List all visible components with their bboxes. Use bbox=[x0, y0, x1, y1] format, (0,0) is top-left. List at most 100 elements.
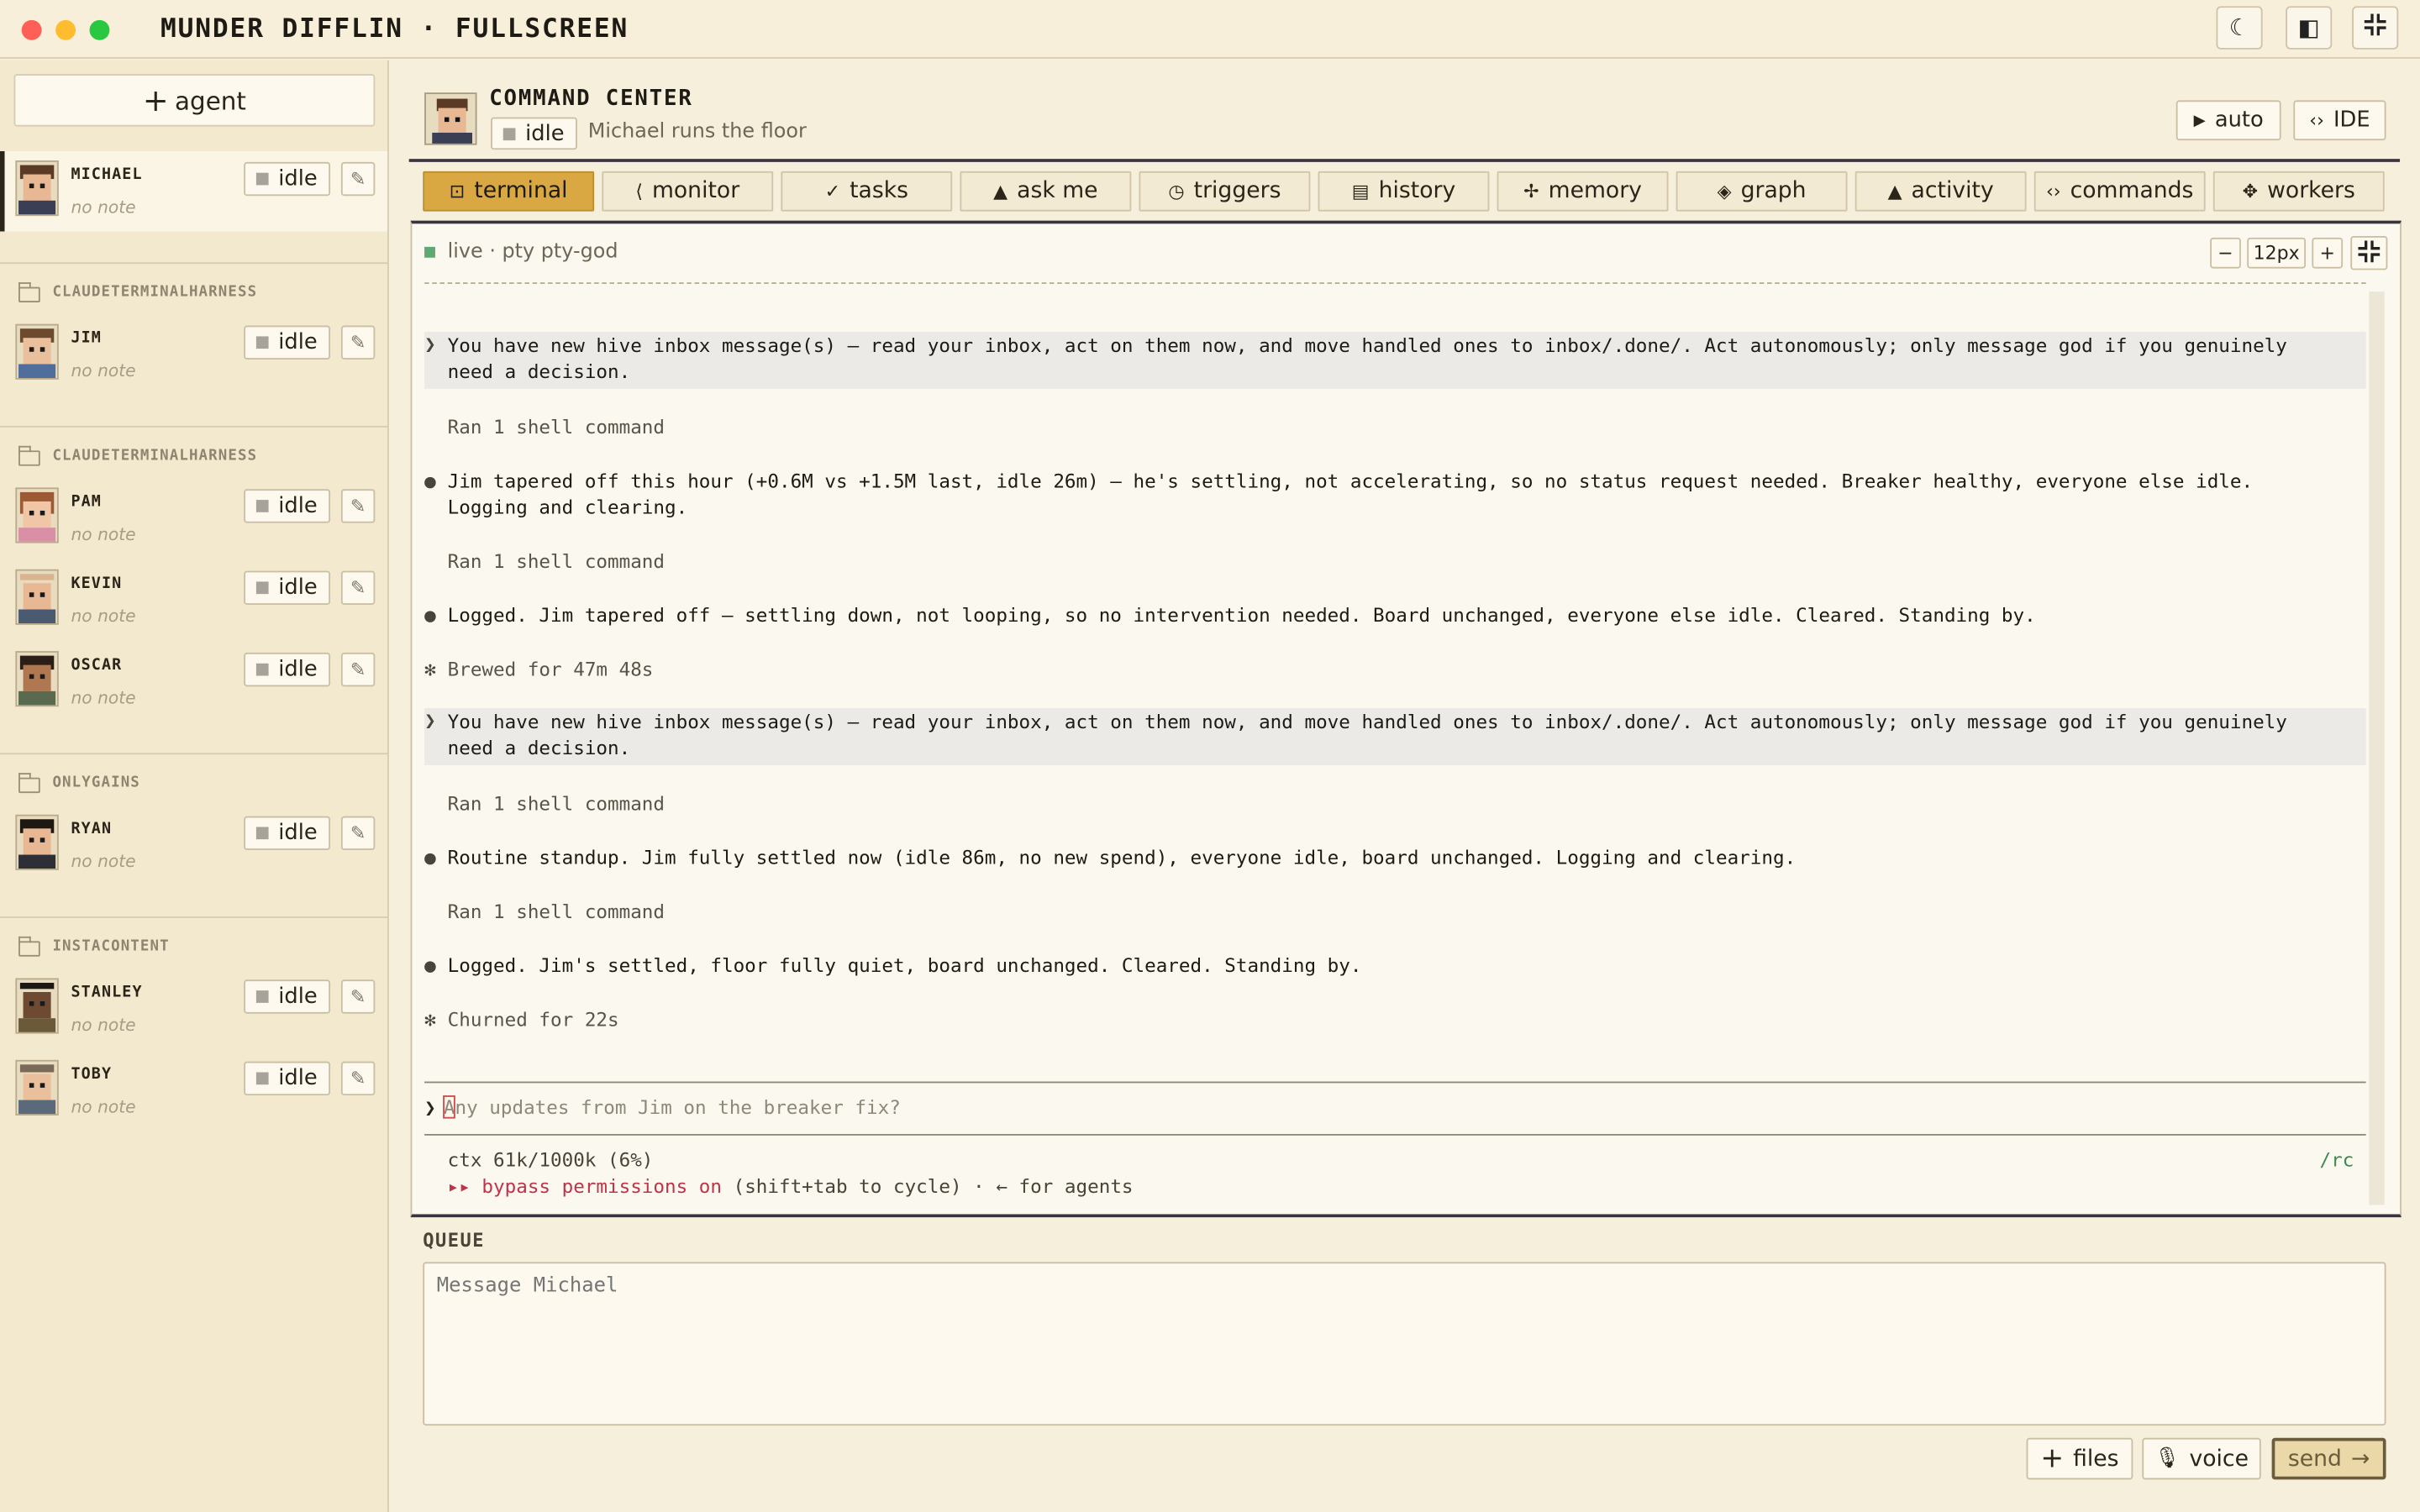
terminal-fullscreen-button[interactable] bbox=[2350, 236, 2388, 270]
status-badge[interactable]: idle bbox=[244, 1061, 331, 1096]
tab-graph[interactable]: ◈ graph bbox=[1676, 171, 1848, 212]
agent-name: RYAN bbox=[71, 821, 113, 838]
terminal-prompt-input[interactable]: ❯ Any updates from Jim on the breaker fix… bbox=[424, 1095, 901, 1119]
add-agent-button[interactable]: + agent bbox=[13, 74, 376, 127]
fullscreen-exit-icon bbox=[2363, 13, 2387, 44]
edit-note-button[interactable]: ✎ bbox=[340, 325, 376, 360]
agent-note: no note bbox=[71, 606, 136, 627]
spinner-icon: ✻ bbox=[424, 1009, 436, 1031]
divider bbox=[408, 159, 2401, 162]
group-header[interactable]: ONLYGAINS bbox=[0, 753, 388, 799]
edit-note-button[interactable]: ✎ bbox=[340, 161, 376, 197]
plus-icon: + bbox=[2040, 1442, 2065, 1475]
tab-memory[interactable]: ✢ memory bbox=[1497, 171, 1669, 212]
agent-row-ryan[interactable]: RYAN no note idle ✎ bbox=[0, 806, 387, 886]
agent-row-stanley[interactable]: STANLEY no note idle ✎ bbox=[0, 969, 387, 1049]
tab-terminal[interactable]: ⊡ terminal bbox=[423, 171, 595, 212]
minimize-window-button[interactable] bbox=[55, 19, 76, 40]
tab-activity[interactable]: ▲ activity bbox=[1854, 171, 2027, 212]
agent-row-oscar[interactable]: OSCAR no note idle ✎ bbox=[0, 642, 387, 722]
avatar bbox=[15, 160, 59, 217]
close-window-button[interactable] bbox=[21, 19, 42, 40]
tab-label: monitor bbox=[651, 179, 740, 204]
agent-row-pam[interactable]: PAM no note idle ✎ bbox=[0, 478, 387, 559]
font-decrease-button[interactable]: − bbox=[2210, 237, 2241, 269]
bypass-status: ▸▸ bypass permissions on bbox=[447, 1175, 723, 1198]
edit-note-button[interactable]: ✎ bbox=[340, 979, 376, 1014]
sidebar-toggle-button[interactable]: ◧ bbox=[2286, 6, 2333, 50]
group-header[interactable]: CLAUDETERMINALHARNESS bbox=[0, 425, 388, 472]
group-name: CLAUDETERMINALHARNESS bbox=[52, 447, 258, 465]
status-badge[interactable]: idle bbox=[244, 979, 331, 1014]
log-text: You have new hive inbox message(s) — rea… bbox=[447, 334, 2287, 383]
folder-icon bbox=[18, 936, 40, 957]
tab-label: memory bbox=[1548, 179, 1642, 204]
status-line: Ran 1 shell command bbox=[424, 791, 2366, 817]
avatar bbox=[15, 814, 59, 870]
live-dot-icon bbox=[424, 246, 435, 258]
status-line: Ran 1 shell command bbox=[424, 549, 2366, 575]
send-button[interactable]: send → bbox=[2271, 1437, 2386, 1480]
status-badge[interactable]: idle bbox=[491, 117, 577, 150]
ide-button[interactable]: ‹› IDE bbox=[2293, 100, 2386, 141]
agent-row-toby[interactable]: TOBY no note idle ✎ bbox=[0, 1051, 387, 1131]
tab-tasks[interactable]: ✓ tasks bbox=[781, 171, 953, 212]
plus-icon: + bbox=[2319, 242, 2335, 265]
folder-icon bbox=[18, 773, 40, 794]
agent-row-michael[interactable]: MICHAEL no note idle ✎ bbox=[0, 150, 388, 232]
log-text: Brewed for 47m 48s bbox=[447, 659, 654, 680]
group-header[interactable]: INSTACONTENT bbox=[0, 916, 388, 963]
status-badge[interactable]: idle bbox=[244, 489, 331, 523]
terminal-icon: ⊡ bbox=[449, 180, 466, 202]
fullscreen-exit-button[interactable] bbox=[2352, 6, 2399, 50]
tab-monitor[interactable]: ⟨ monitor bbox=[602, 171, 774, 212]
scrollbar[interactable] bbox=[2369, 291, 2385, 1205]
tab-label: tasks bbox=[850, 179, 909, 204]
status-badge[interactable]: idle bbox=[244, 161, 331, 197]
maximize-window-button[interactable] bbox=[89, 19, 110, 40]
rc-link[interactable]: /rc bbox=[2320, 1149, 2354, 1171]
status-badge[interactable]: idle bbox=[244, 570, 331, 605]
voice-button[interactable]: 🎙 voice bbox=[2142, 1437, 2261, 1480]
stop-icon bbox=[256, 581, 270, 595]
tab-history[interactable]: ▤ history bbox=[1318, 171, 1490, 212]
pencil-icon: ✎ bbox=[350, 659, 366, 680]
font-increase-button[interactable]: + bbox=[2312, 237, 2344, 269]
plus-icon: + bbox=[142, 81, 169, 119]
group-header[interactable]: CLAUDETERMINALHARNESS bbox=[0, 262, 388, 308]
permission-mode[interactable]: ▸▸ bypass permissions on (shift+tab to c… bbox=[448, 1176, 1134, 1198]
auto-button[interactable]: ▶ auto bbox=[2175, 100, 2281, 141]
bullet-icon: ● bbox=[424, 847, 436, 869]
terminal-panel[interactable]: live · pty pty-god − 12px + ❯ You have ne… bbox=[410, 220, 2402, 1218]
edit-note-button[interactable]: ✎ bbox=[340, 489, 376, 523]
edit-note-button[interactable]: ✎ bbox=[340, 1061, 376, 1096]
tab-workers[interactable]: ✥ workers bbox=[2212, 171, 2385, 212]
status-badge[interactable]: idle bbox=[244, 652, 331, 687]
theme-toggle-button[interactable]: ☾ bbox=[2216, 6, 2263, 50]
edit-note-button[interactable]: ✎ bbox=[340, 570, 376, 605]
pencil-icon: ✎ bbox=[350, 576, 366, 599]
status-badge[interactable]: idle bbox=[244, 816, 331, 851]
edit-note-button[interactable]: ✎ bbox=[340, 816, 376, 851]
avatar bbox=[15, 651, 59, 707]
font-size-value: 12px bbox=[2247, 237, 2307, 269]
user-message: ❯ You have new hive inbox message(s) — re… bbox=[424, 331, 2366, 389]
agent-sidebar: + agent MICHAEL no note idle ✎ CLAUDETER… bbox=[0, 60, 389, 1512]
code-icon: ‹› bbox=[2045, 180, 2061, 202]
tab-commands[interactable]: ‹› commands bbox=[2033, 171, 2206, 212]
tab-triggers[interactable]: ◷ triggers bbox=[1139, 171, 1311, 212]
log-text: Ran 1 shell command bbox=[447, 416, 666, 438]
pencil-icon: ✎ bbox=[350, 331, 366, 354]
edit-note-button[interactable]: ✎ bbox=[340, 652, 376, 687]
avatar bbox=[15, 569, 59, 625]
agent-row-kevin[interactable]: KEVIN no note idle ✎ bbox=[0, 560, 387, 641]
files-button[interactable]: + files bbox=[2026, 1437, 2133, 1480]
pencil-icon: ✎ bbox=[350, 1067, 366, 1089]
message-input[interactable] bbox=[423, 1262, 2386, 1426]
agent-name: OSCAR bbox=[71, 657, 123, 675]
tab-ask-me[interactable]: ▲ ask me bbox=[960, 171, 1132, 212]
status-badge[interactable]: idle bbox=[244, 325, 331, 360]
agent-name: PAM bbox=[71, 493, 102, 511]
group-name: INSTACONTENT bbox=[52, 937, 170, 955]
agent-row-jim[interactable]: JIM no note idle ✎ bbox=[0, 315, 387, 396]
